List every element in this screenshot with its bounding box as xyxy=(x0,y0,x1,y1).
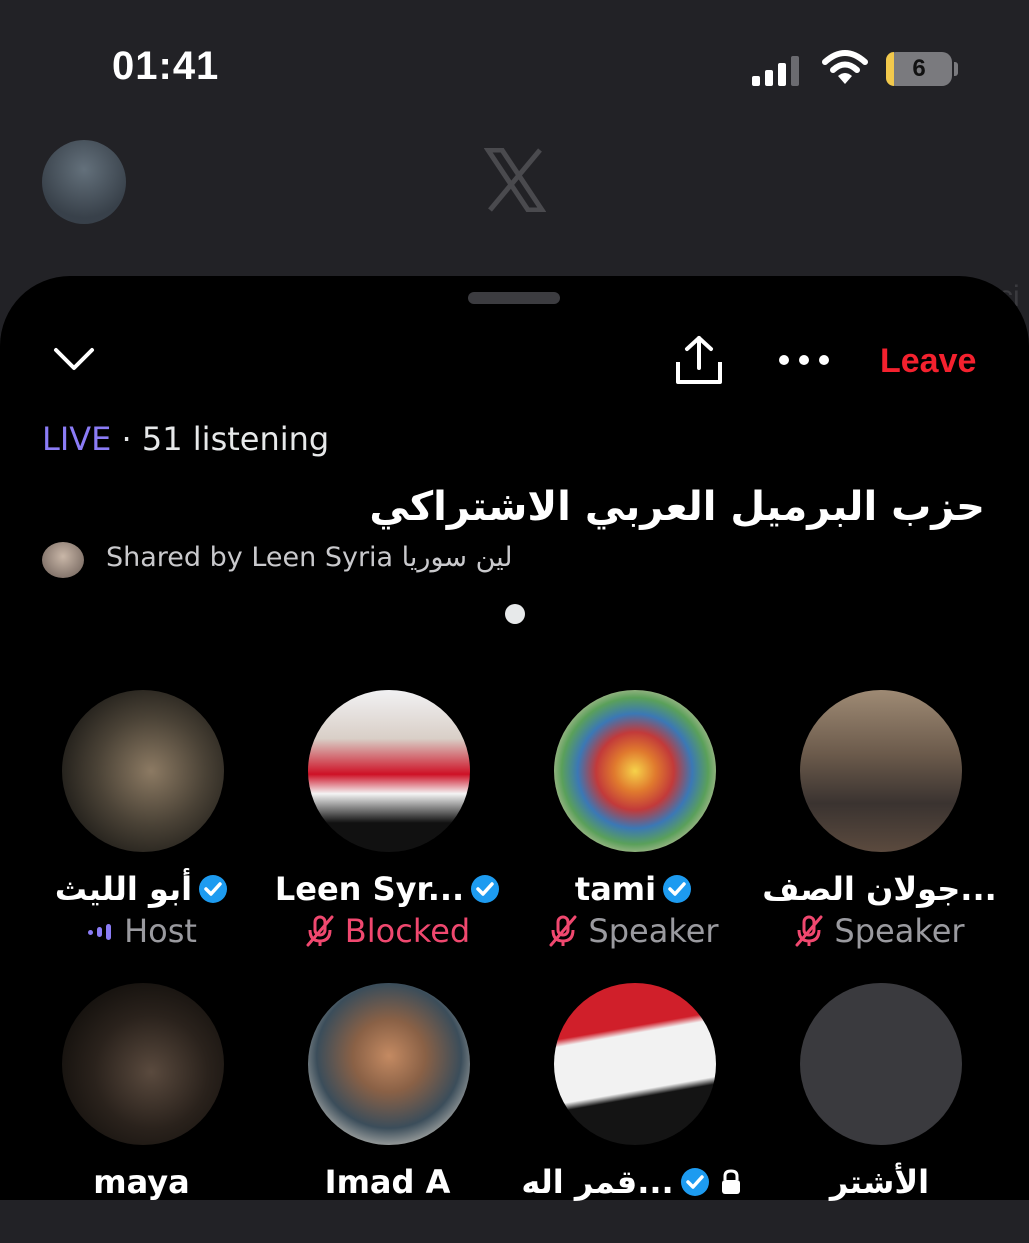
participant-name: أبو الليث xyxy=(54,870,193,908)
live-label: LIVE xyxy=(42,420,112,458)
page-indicator-dot xyxy=(505,604,525,624)
participant-name: قمر اله... xyxy=(521,1163,674,1201)
participant-role: Blocked xyxy=(344,912,471,950)
avatar xyxy=(308,690,470,852)
mic-off-icon xyxy=(306,915,334,947)
participant-role: Speaker xyxy=(834,912,965,950)
profile-avatar xyxy=(42,140,126,224)
verified-badge-icon xyxy=(680,1168,709,1196)
participant-card[interactable]: أبو الليث Host xyxy=(19,690,259,950)
space-title: حزب البرميل العربي الاشتراكي xyxy=(369,484,985,530)
participant-name: Imad A xyxy=(324,1163,451,1201)
participant-card[interactable]: maya xyxy=(19,983,259,1243)
participant-role: Speaker xyxy=(588,912,719,950)
avatar xyxy=(800,690,962,852)
verified-badge-icon xyxy=(471,875,500,903)
avatar xyxy=(554,690,716,852)
participant-card[interactable]: قمر اله... xyxy=(511,983,751,1243)
chevron-down-icon[interactable] xyxy=(52,344,96,374)
battery-level: 6 xyxy=(912,55,926,82)
shared-by-avatar xyxy=(42,542,84,578)
participant-card[interactable]: Imad A xyxy=(265,983,505,1243)
participant-card[interactable]: الأشتر xyxy=(757,983,997,1243)
sheet-grabber[interactable] xyxy=(468,292,560,304)
participant-card[interactable]: جولان الصف... Speaker xyxy=(757,690,997,950)
status-bar: 01:41 6 xyxy=(0,0,1029,130)
battery-icon: 6 xyxy=(886,52,952,86)
mic-off-icon xyxy=(549,915,577,947)
status-time: 01:41 xyxy=(112,44,220,88)
cellular-signal-icon xyxy=(752,56,799,86)
live-status: LIVE · 51 listening xyxy=(42,420,329,458)
participant-name: Leen Syr... xyxy=(274,870,465,908)
more-options-icon[interactable] xyxy=(778,350,830,370)
lock-icon xyxy=(721,1169,740,1194)
verified-badge-icon xyxy=(663,875,692,903)
participant-card[interactable]: Leen Syr... Blocked xyxy=(265,690,505,950)
avatar xyxy=(62,983,224,1145)
x-logo-icon xyxy=(484,148,546,212)
avatar xyxy=(62,690,224,852)
speaking-wave-icon xyxy=(88,924,112,940)
participant-name: maya xyxy=(93,1163,190,1201)
separator: · xyxy=(111,420,142,458)
participant-name: الأشتر xyxy=(829,1163,930,1201)
leave-button[interactable]: Leave xyxy=(880,342,976,381)
avatar xyxy=(554,983,716,1145)
listener-count: 51 listening xyxy=(141,420,330,458)
participant-name: جولان الصف... xyxy=(762,870,997,908)
participant-role: Host xyxy=(124,912,197,950)
avatar xyxy=(308,983,470,1145)
share-icon[interactable] xyxy=(672,334,726,388)
avatar xyxy=(800,983,962,1145)
participant-name: tami xyxy=(574,870,657,908)
mic-off-icon xyxy=(795,915,823,947)
wifi-icon xyxy=(822,50,868,84)
participant-card[interactable]: tami Speaker xyxy=(511,690,751,950)
shared-by-text: Shared by Leen Syria لين سوريا xyxy=(106,542,513,573)
verified-badge-icon xyxy=(199,875,228,903)
